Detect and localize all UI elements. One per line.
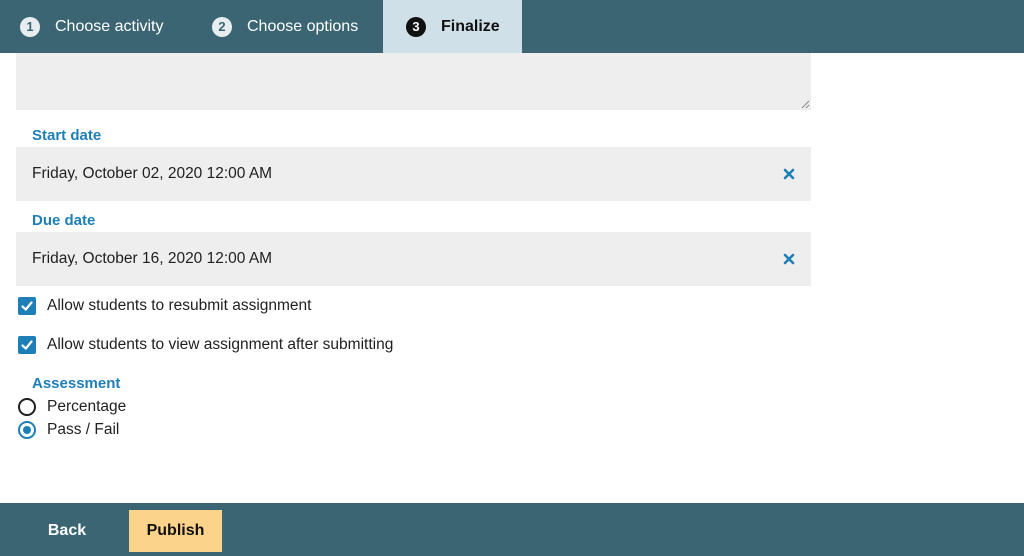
clear-due-date-icon[interactable] (781, 249, 797, 269)
checkbox-checked-icon[interactable] (18, 336, 36, 354)
resubmit-checkbox-label: Allow students to resubmit assignment (47, 297, 312, 314)
step-label: Finalize (441, 17, 500, 35)
step-choose-activity[interactable]: 1 Choose activity (0, 0, 192, 53)
finalize-form: Start date Friday, October 02, 2020 12:0… (0, 53, 1024, 503)
start-date-field[interactable]: Friday, October 02, 2020 12:00 AM (16, 147, 811, 201)
due-date-field[interactable]: Friday, October 16, 2020 12:00 AM (16, 232, 811, 286)
step-label: Choose options (247, 17, 359, 35)
checkbox-checked-icon[interactable] (18, 297, 36, 315)
radio-pass-fail-label: Pass / Fail (47, 421, 120, 438)
step-number-badge: 3 (406, 16, 426, 37)
step-finalize[interactable]: 3 Finalize (383, 0, 522, 53)
radio-percentage-label: Percentage (47, 398, 127, 415)
resubmit-checkbox-row[interactable]: Allow students to resubmit assignment (18, 297, 311, 315)
instructions-textarea[interactable] (16, 53, 811, 110)
radio-unselected-icon[interactable] (18, 398, 36, 416)
footer-bar: Back Publish (0, 503, 1024, 556)
radio-percentage[interactable]: Percentage (18, 398, 126, 416)
wizard-step-bar: 1 Choose activity 2 Choose options 3 Fin… (0, 0, 1024, 53)
radio-selected-icon[interactable] (18, 421, 36, 439)
step-number-badge: 1 (20, 16, 40, 37)
view-after-submit-checkbox-label: Allow students to view assignment after … (47, 336, 394, 353)
step-number-badge: 2 (212, 16, 232, 37)
clear-start-date-icon[interactable] (781, 164, 797, 184)
step-label: Choose activity (55, 17, 164, 35)
resize-grip-icon[interactable] (801, 100, 810, 109)
due-date-label: Due date (32, 212, 96, 229)
view-after-submit-checkbox-row[interactable]: Allow students to view assignment after … (18, 336, 393, 354)
start-date-value: Friday, October 02, 2020 12:00 AM (32, 165, 273, 182)
assessment-label: Assessment (32, 375, 121, 392)
radio-pass-fail[interactable]: Pass / Fail (18, 421, 119, 439)
start-date-label: Start date (32, 127, 102, 144)
publish-button[interactable]: Publish (129, 510, 222, 552)
step-choose-options[interactable]: 2 Choose options (192, 0, 383, 53)
due-date-value: Friday, October 16, 2020 12:00 AM (32, 250, 273, 267)
back-button[interactable]: Back (31, 510, 103, 552)
